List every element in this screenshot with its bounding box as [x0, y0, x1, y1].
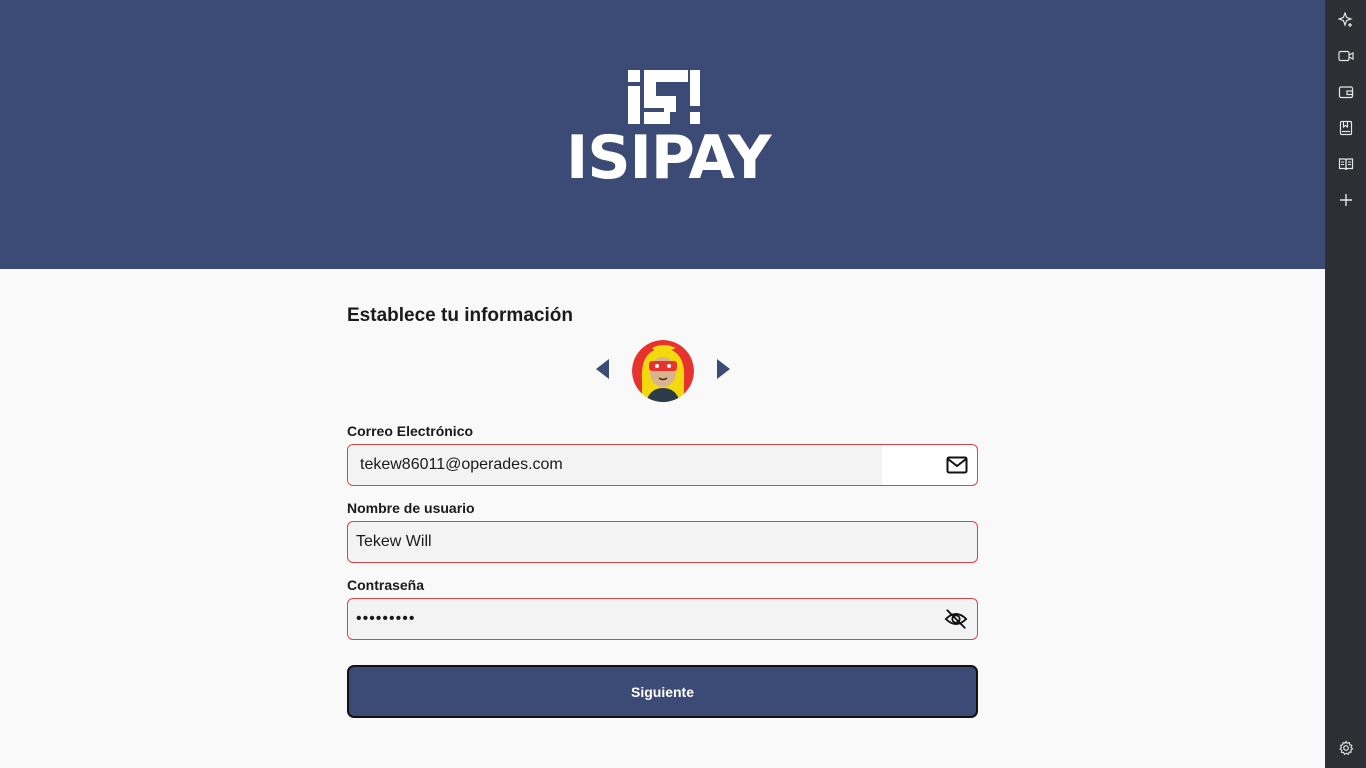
- eye-off-icon[interactable]: [944, 607, 968, 631]
- wallet-icon[interactable]: [1335, 81, 1357, 103]
- email-field-wrapper: [347, 444, 978, 486]
- password-field[interactable]: [348, 599, 928, 639]
- avatar-next-button[interactable]: [715, 358, 731, 380]
- avatar-prev-button[interactable]: [595, 358, 611, 380]
- avatar-image: [632, 340, 694, 402]
- username-field[interactable]: [348, 522, 977, 562]
- main-area: ISIPAY Establece tu información Correo E…: [0, 0, 1325, 768]
- avatar: [632, 340, 694, 402]
- logo-text: ISIPAY: [566, 123, 771, 193]
- password-label: Contraseña: [347, 577, 425, 593]
- sparkle-add-icon[interactable]: [1335, 9, 1357, 31]
- email-field[interactable]: [348, 445, 928, 485]
- username-label: Nombre de usuario: [347, 500, 475, 516]
- header-banner: ISIPAY: [0, 0, 1325, 269]
- envelope-icon: [945, 453, 969, 477]
- video-icon[interactable]: [1335, 45, 1357, 67]
- logo: ISIPAY: [566, 70, 771, 193]
- book-icon[interactable]: [1335, 153, 1357, 175]
- plus-icon[interactable]: [1335, 189, 1357, 211]
- form-title: Establece tu información: [347, 305, 573, 326]
- caret-right-icon: [717, 359, 730, 379]
- email-label: Correo Electrónico: [347, 423, 474, 439]
- browser-sidebar: [1325, 0, 1366, 768]
- caret-left-icon: [596, 359, 609, 379]
- username-field-wrapper: [347, 521, 978, 563]
- password-field-wrapper: [347, 598, 978, 640]
- bookmark-icon[interactable]: [1335, 117, 1357, 139]
- settings-icon[interactable]: [1335, 737, 1357, 759]
- logo-mark-icon: [628, 70, 700, 124]
- next-button[interactable]: Siguiente: [347, 665, 978, 718]
